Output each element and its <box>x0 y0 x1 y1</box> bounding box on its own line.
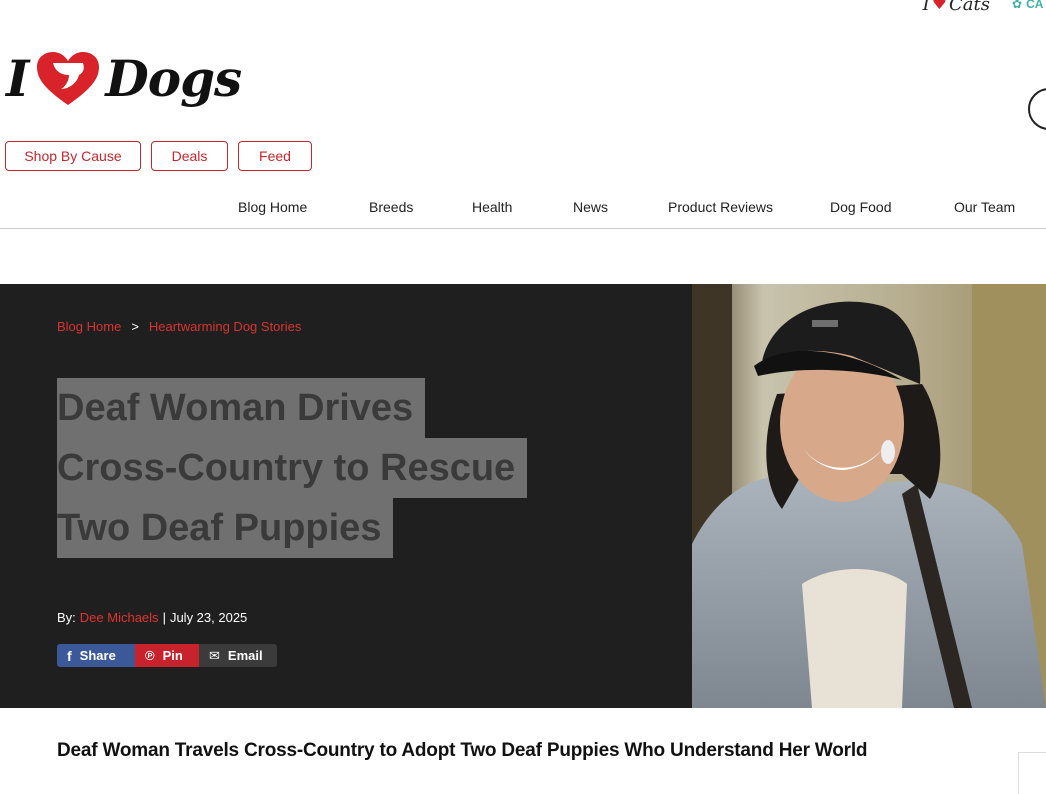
facebook-share-button[interactable]: f Share <box>57 644 135 667</box>
cat-brand-text: CA <box>1026 0 1044 11</box>
dog-heart-icon <box>37 52 100 105</box>
byline: By: Dee Michaels | July 23, 2025 <box>57 610 247 625</box>
date-separator: | <box>162 610 166 625</box>
publish-date: July 23, 2025 <box>169 610 248 625</box>
cats-logo-text: Cats <box>949 0 990 15</box>
nav-breeds[interactable]: Breeds <box>369 199 413 215</box>
nav-blog-home[interactable]: Blog Home <box>238 199 307 215</box>
paw-icon: ✿ <box>1012 0 1023 11</box>
cat-brand-logo[interactable]: ✿ CA <box>1012 0 1046 11</box>
pinterest-share-button[interactable]: ℗ Pin <box>135 644 199 667</box>
pinterest-icon: ℗ <box>145 648 155 663</box>
email-share-button[interactable]: ✉ Email <box>199 644 277 667</box>
article-title-line: Deaf Woman Drives <box>57 378 426 438</box>
article-title-line: Cross-Country to Rescue <box>57 438 528 498</box>
partner-logos: I ♥ Cats ✿ CA <box>923 0 1046 15</box>
hero-photo <box>692 284 1046 708</box>
pinterest-share-label: Pin <box>162 648 183 663</box>
nav-product-reviews[interactable]: Product Reviews <box>668 199 773 215</box>
cats-logo-i: I <box>922 0 930 15</box>
article-subhead: Deaf Woman Travels Cross-Country to Adop… <box>57 740 868 761</box>
facebook-icon: f <box>67 647 72 664</box>
feed-button[interactable]: Feed <box>238 141 312 171</box>
breadcrumb-separator: > <box>131 319 139 334</box>
author-link[interactable]: Dee Michaels <box>80 610 159 625</box>
nav-dog-food[interactable]: Dog Food <box>830 199 891 215</box>
envelope-icon: ✉ <box>209 647 220 663</box>
nav-health[interactable]: Health <box>472 199 512 215</box>
floating-widget[interactable] <box>1018 752 1046 794</box>
i-love-cats-logo[interactable]: I ♥ Cats <box>923 0 990 15</box>
share-buttons: f Share ℗ Pin ✉ Email <box>57 644 277 667</box>
breadcrumb-home[interactable]: Blog Home <box>57 319 121 334</box>
by-label: By: <box>57 610 76 625</box>
heart-icon: ♥ <box>931 0 948 14</box>
article-title-line: Two Deaf Puppies <box>57 498 394 558</box>
article-title: Deaf Woman Drives Cross-Country to Rescu… <box>57 378 557 558</box>
woman-photo-image <box>692 284 1046 708</box>
nav-our-team[interactable]: Our Team <box>954 199 1015 215</box>
nav-news[interactable]: News <box>573 199 608 215</box>
logo-dogs-text: Dogs <box>105 49 242 108</box>
breadcrumb-category[interactable]: Heartwarming Dog Stories <box>149 319 301 334</box>
logo-i: I <box>6 49 30 108</box>
site-logo[interactable]: I Dogs <box>6 44 242 114</box>
shop-by-cause-button[interactable]: Shop By Cause <box>5 141 141 171</box>
facebook-share-label: Share <box>79 648 116 663</box>
email-share-label: Email <box>227 648 263 663</box>
deals-button[interactable]: Deals <box>151 141 228 171</box>
breadcrumb: Blog Home > Heartwarming Dog Stories <box>57 319 301 334</box>
article-hero: Blog Home > Heartwarming Dog Stories Dea… <box>0 284 1046 708</box>
search-button[interactable] <box>1028 88 1046 130</box>
top-actions: Shop By Cause Deals Feed <box>5 141 312 171</box>
main-nav: Blog Home Breeds Health News Product Rev… <box>0 196 1046 229</box>
